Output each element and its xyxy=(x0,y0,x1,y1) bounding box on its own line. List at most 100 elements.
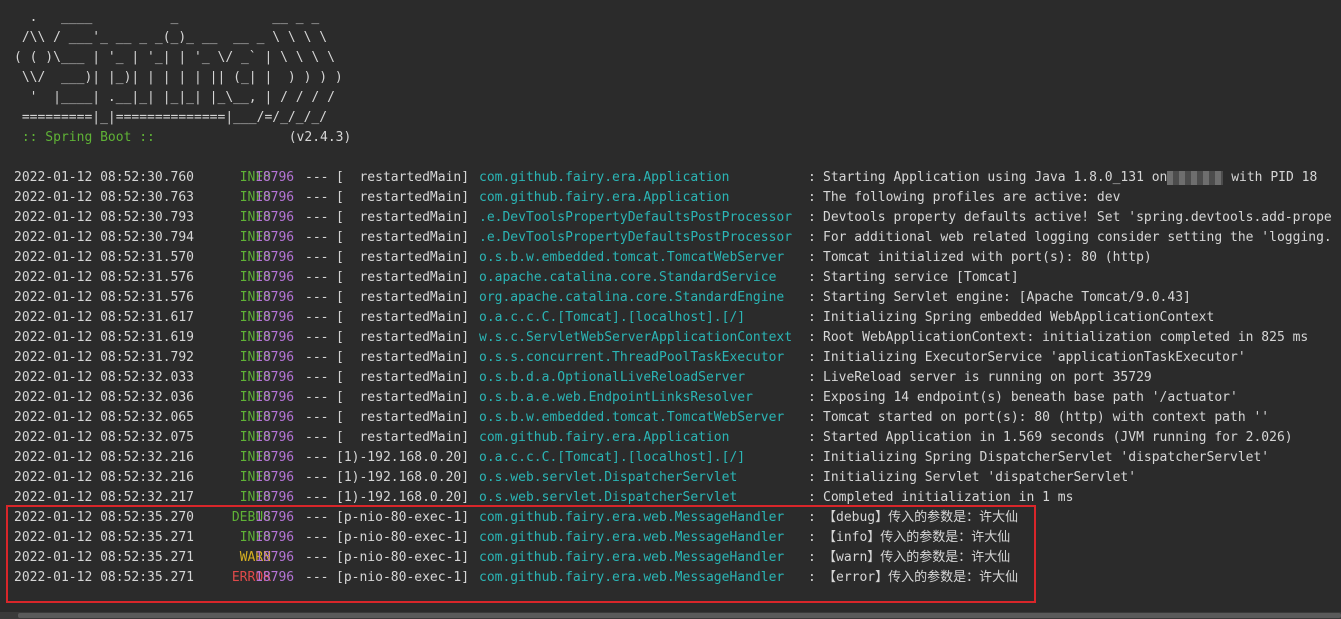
log-message-text: Starting Servlet engine: [Apache Tomcat/… xyxy=(823,290,1191,305)
log-timestamp: 2022-01-12 08:52:30.794 xyxy=(14,230,195,245)
log-message-text: The following profiles are active: dev xyxy=(823,190,1121,205)
log-message: Completed initialization in 1 ms xyxy=(823,488,1073,508)
log-timestamp: 2022-01-12 08:52:32.065 xyxy=(14,410,195,425)
log-thread: [ restartedMain] xyxy=(336,290,470,305)
log-message-text: 【debug】传入的参数是：许大仙 xyxy=(823,510,1019,525)
log-timestamp: 2022-01-12 08:52:35.271 xyxy=(14,550,195,565)
log-separator: --- xyxy=(305,250,329,265)
log-message-text: Initializing ExecutorService 'applicatio… xyxy=(823,350,1246,365)
log-line: 2022-01-12 08:52:35.271 ERROR 18796 --- [p-n… xyxy=(14,568,1341,588)
log-logger: o.s.b.d.a.OptionalLiveReloadServer xyxy=(479,370,746,385)
log-logger: com.github.fairy.era.web.MessageHandler xyxy=(479,530,785,545)
log-colon: : xyxy=(808,190,816,205)
log-timestamp: 2022-01-12 08:52:30.760 xyxy=(14,170,195,185)
log-logger: com.github.fairy.era.Application xyxy=(479,170,730,185)
log-separator: --- xyxy=(305,470,329,485)
log-message-text: Exposing 14 endpoint(s) beneath base pat… xyxy=(823,390,1238,405)
log-message-text: Devtools property defaults active! Set '… xyxy=(823,210,1332,225)
log-timestamp: 2022-01-12 08:52:32.216 xyxy=(14,450,195,465)
log-message-text: 【info】传入的参数是：许大仙 xyxy=(823,530,1011,545)
log-colon: : xyxy=(808,210,816,225)
log-message-text: Starting service [Tomcat] xyxy=(823,270,1019,285)
log-logger: .e.DevToolsPropertyDefaultsPostProcessor xyxy=(479,210,793,225)
log-thread: [1)-192.168.0.20] xyxy=(336,470,470,485)
log-timestamp: 2022-01-12 08:52:32.075 xyxy=(14,430,195,445)
log-separator: --- xyxy=(305,290,329,305)
log-separator: --- xyxy=(305,370,329,385)
log-thread: [ restartedMain] xyxy=(336,310,470,325)
log-message: Exposing 14 endpoint(s) beneath base pat… xyxy=(823,388,1238,408)
log-message: Starting Servlet engine: [Apache Tomcat/… xyxy=(823,288,1191,308)
log-colon: : xyxy=(808,490,816,505)
log-separator: --- xyxy=(305,350,329,365)
log-pid: 18796 xyxy=(255,350,295,365)
log-thread: [p-nio-80-exec-1] xyxy=(336,550,470,565)
log-logger: com.github.fairy.era.web.MessageHandler xyxy=(479,510,785,525)
redacted-hostname xyxy=(1167,170,1224,185)
log-separator: --- xyxy=(305,390,329,405)
spring-ascii-banner: . ____ _ __ _ _ /\\ / ___'_ __ _ _(_)_ _… xyxy=(14,10,343,125)
log-pid: 18796 xyxy=(255,330,295,345)
log-pid: 18796 xyxy=(255,310,295,325)
log-line: 2022-01-12 08:52:30.794 INFO 18796 ---[ res… xyxy=(14,228,1341,248)
log-message: LiveReload server is running on port 357… xyxy=(823,368,1152,388)
log-message-text: Tomcat initialized with port(s): 80 (htt… xyxy=(823,250,1152,265)
log-logger: o.s.b.a.e.web.EndpointLinksResolver xyxy=(479,390,753,405)
log-colon: : xyxy=(808,550,816,565)
log-timestamp: 2022-01-12 08:52:30.763 xyxy=(14,190,195,205)
log-timestamp: 2022-01-12 08:52:31.617 xyxy=(14,310,195,325)
log-colon: : xyxy=(808,310,816,325)
log-message-text: For additional web related logging consi… xyxy=(823,230,1332,245)
horizontal-scrollbar[interactable] xyxy=(0,612,1341,619)
log-pid: 18796 xyxy=(255,170,295,185)
log-thread: [ restartedMain] xyxy=(336,270,470,285)
log-pid: 18796 xyxy=(255,230,295,245)
log-pid: 18796 xyxy=(255,290,295,305)
log-pid: 18796 xyxy=(255,210,295,225)
log-logger: o.s.web.servlet.DispatcherServlet xyxy=(479,470,738,485)
log-pid: 18796 xyxy=(255,190,295,205)
log-colon: : xyxy=(808,370,816,385)
log-timestamp: 2022-01-12 08:52:31.792 xyxy=(14,350,195,365)
log-line: 2022-01-12 08:52:32.075 INFO 18796 ---[ res… xyxy=(14,428,1341,448)
log-timestamp: 2022-01-12 08:52:35.271 xyxy=(14,530,195,545)
log-timestamp: 2022-01-12 08:52:32.217 xyxy=(14,490,195,505)
log-colon: : xyxy=(808,170,816,185)
log-message: Tomcat initialized with port(s): 80 (htt… xyxy=(823,248,1152,268)
log-message: Initializing Servlet 'dispatcherServlet' xyxy=(823,468,1136,488)
log-line: 2022-01-12 08:52:30.793 INFO 18796 ---[ res… xyxy=(14,208,1341,228)
log-logger: o.a.c.c.C.[Tomcat].[localhost].[/] xyxy=(479,310,746,325)
log-message-tail: with PID 18 xyxy=(1223,170,1318,185)
log-timestamp: 2022-01-12 08:52:35.271 xyxy=(14,570,195,585)
log-line: 2022-01-12 08:52:32.216 INFO 18796 --- [1)-1… xyxy=(14,468,1341,488)
log-thread: [ restartedMain] xyxy=(336,210,470,225)
log-thread: [ restartedMain] xyxy=(336,370,470,385)
spring-boot-version: (v2.4.3) xyxy=(288,130,352,145)
log-logger: o.apache.catalina.core.StandardService xyxy=(479,270,777,285)
log-message: Root WebApplicationContext: initializati… xyxy=(823,328,1308,348)
log-colon: : xyxy=(808,470,816,485)
log-separator: --- xyxy=(305,570,329,585)
log-logger: w.s.c.ServletWebServerApplicationContext xyxy=(479,330,793,345)
log-timestamp: 2022-01-12 08:52:30.793 xyxy=(14,210,195,225)
log-line: 2022-01-12 08:52:32.065 INFO 18796 ---[ res… xyxy=(14,408,1341,428)
scrollbar-thumb[interactable] xyxy=(18,613,1341,618)
log-separator: --- xyxy=(305,410,329,425)
log-line: 2022-01-12 08:52:32.216 INFO 18796 --- [1)-1… xyxy=(14,448,1341,468)
log-separator: --- xyxy=(305,190,329,205)
log-separator: --- xyxy=(305,530,329,545)
log-pid: 18796 xyxy=(255,450,295,465)
log-line: 2022-01-12 08:52:32.036 INFO 18796 ---[ res… xyxy=(14,388,1341,408)
log-logger: o.s.b.w.embedded.tomcat.TomcatWebServer xyxy=(479,250,785,265)
log-pid: 18796 xyxy=(255,250,295,265)
log-thread: [ restartedMain] xyxy=(336,190,470,205)
log-logger: o.s.web.servlet.DispatcherServlet xyxy=(479,490,738,505)
log-logger: o.s.b.w.embedded.tomcat.TomcatWebServer xyxy=(479,410,785,425)
log-message: Initializing Spring embedded WebApplicat… xyxy=(823,308,1214,328)
log-thread: [ restartedMain] xyxy=(336,170,470,185)
log-message-text: LiveReload server is running on port 357… xyxy=(823,370,1152,385)
log-thread: [p-nio-80-exec-1] xyxy=(336,530,470,545)
log-pid: 18796 xyxy=(255,530,295,545)
log-message: Tomcat started on port(s): 80 (http) wit… xyxy=(823,408,1269,428)
log-thread: [ restartedMain] xyxy=(336,430,470,445)
